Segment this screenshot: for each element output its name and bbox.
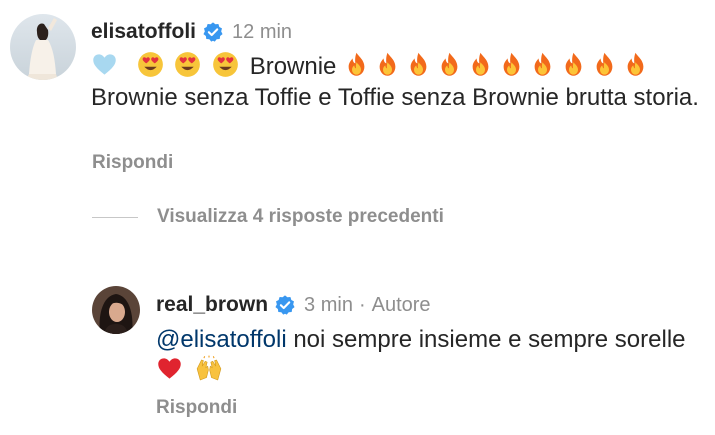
- comment-text-part1: Brownie: [249, 53, 337, 80]
- reply-timestamp: 3 min: [304, 293, 353, 316]
- meta-separator: ·: [358, 293, 366, 316]
- fire-icon: [467, 51, 494, 78]
- divider-line: [92, 216, 138, 218]
- comment-timestamp: 12 min: [232, 20, 293, 43]
- comment-lead-emojis: [91, 51, 250, 80]
- fire-icon: [436, 51, 463, 78]
- reply-text-part1: noi sempre insieme e sempre sorelle: [286, 326, 686, 353]
- heart-eyes-icon: [174, 51, 201, 78]
- view-replies-label: Visualizza 4 risposte precedenti: [157, 206, 444, 227]
- avatar-real-brown[interactable]: [92, 286, 140, 334]
- comment-body: Brownie Brownie senza Toffie e Toffie se…: [91, 51, 701, 113]
- heart-eyes-icon: [212, 51, 239, 78]
- fire-icon: [591, 51, 618, 78]
- fire-icon: [529, 51, 556, 78]
- reply-username[interactable]: real_brown: [156, 293, 268, 317]
- reply-button[interactable]: Rispondi: [156, 397, 237, 419]
- comment-text-part2: Brownie senza Toffie e Toffie senza Brow…: [91, 84, 699, 111]
- verified-badge-icon: [274, 294, 296, 316]
- author-label: Autore: [371, 293, 431, 316]
- fire-icon: [498, 51, 525, 78]
- light-blue-heart-icon: [91, 51, 118, 78]
- fire-icon: [622, 51, 649, 78]
- fire-icon: [560, 51, 587, 78]
- reply-header: real_brown 3 min · Autore: [156, 289, 431, 321]
- verified-badge-icon: [202, 21, 224, 43]
- fire-icon: [405, 51, 432, 78]
- comment-username[interactable]: elisatoffoli: [91, 20, 196, 44]
- view-previous-replies[interactable]: Visualizza 4 risposte precedenti: [92, 206, 444, 228]
- red-heart-icon: [156, 355, 183, 382]
- avatar-elisatoffoli[interactable]: [10, 14, 76, 80]
- reply-body: @elisatoffoli noi sempre insieme e sempr…: [156, 324, 701, 386]
- mention-link[interactable]: @elisatoffoli: [156, 326, 287, 353]
- raising-hands-icon: [194, 355, 221, 382]
- reply-button[interactable]: Rispondi: [92, 152, 173, 174]
- fire-icon: [374, 51, 401, 78]
- comment-header: elisatoffoli 12 min: [91, 15, 292, 49]
- comment-fire-emojis: [343, 51, 653, 80]
- fire-icon: [343, 51, 370, 78]
- heart-eyes-icon: [137, 51, 164, 78]
